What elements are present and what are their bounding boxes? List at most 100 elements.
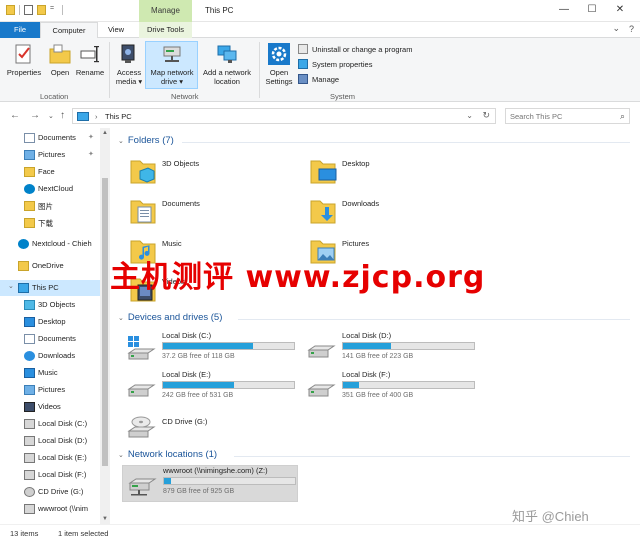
cd-drive-icon <box>24 487 35 497</box>
folder-name: Desktop <box>342 159 370 168</box>
expand-chevron-icon[interactable]: ⌄ <box>8 282 14 290</box>
uninstall-program-button[interactable]: Uninstall or change a program <box>298 43 412 55</box>
sidebar-item-music[interactable]: Music <box>0 365 100 381</box>
pin-icon[interactable]: ✦ <box>88 133 94 141</box>
settings-gear-icon <box>268 43 290 65</box>
open-settings-button[interactable]: Open Settings <box>262 42 296 86</box>
forward-arrow-icon[interactable]: → <box>30 110 40 121</box>
collapse-chevron-icon[interactable]: ⌄ <box>118 452 124 459</box>
sidebar-item-network-drive[interactable]: wwwroot (\\nim <box>0 501 100 517</box>
drive-cd-g[interactable]: CD Drive (G:) <box>126 410 302 446</box>
expand-ribbon-chevron-icon[interactable]: ⌄ <box>612 23 620 34</box>
manage-button[interactable]: Manage <box>298 73 339 85</box>
help-icon[interactable]: ? <box>629 24 634 34</box>
refresh-icon[interactable]: ↻ <box>482 110 490 121</box>
sidebar-item-cd-drive[interactable]: CD Drive (G:) <box>0 484 100 500</box>
folder-documents[interactable]: Documents <box>128 196 298 232</box>
maximize-button[interactable]: ☐ <box>584 3 600 17</box>
folder-desktop[interactable]: Desktop <box>308 156 478 192</box>
tab-computer[interactable]: Computer <box>40 22 98 39</box>
sidebar-item-disk-f[interactable]: Local Disk (F:) <box>0 467 100 483</box>
drive-usage-bar <box>162 342 295 350</box>
rename-icon <box>80 46 99 63</box>
sidebar-item-documents[interactable]: Documents <box>0 331 100 347</box>
sidebar-item-label: 图片 <box>38 202 53 211</box>
group-divider <box>259 42 260 98</box>
new-folder-quick-icon[interactable] <box>37 5 46 15</box>
drive-local-disk-e[interactable]: Local Disk (E:) 242 GB free of 531 GB <box>126 370 302 406</box>
access-media-button[interactable]: Access media ▾ <box>113 42 145 86</box>
minimize-button[interactable]: — <box>556 3 572 17</box>
access-media-icon <box>121 44 135 63</box>
properties-button[interactable]: Properties <box>4 42 44 77</box>
sidebar-item-documents-quick[interactable]: Documents ✦ <box>0 130 100 146</box>
scroll-down-icon[interactable]: ▼ <box>102 516 108 522</box>
drive-usage-bar <box>162 381 295 389</box>
documents-folder-icon <box>130 200 156 224</box>
ribbon-tabs: File Computer View Drive Tools ⌄ ? <box>0 22 640 39</box>
sidebar-item-downloads[interactable]: Downloads <box>0 348 100 364</box>
folder-name: Documents <box>162 199 200 208</box>
tab-drive-tools[interactable]: Drive Tools <box>139 22 192 38</box>
drive-name: Local Disk (C:) <box>162 331 212 340</box>
scrollbar-thumb[interactable] <box>102 178 108 466</box>
collapse-chevron-icon[interactable]: ⌄ <box>118 138 124 145</box>
customize-toolbar-chevron-icon[interactable]: = <box>50 5 58 15</box>
sidebar-item-pictures-cn[interactable]: 图片 <box>0 198 100 214</box>
add-network-location-button[interactable]: Add a network location <box>199 42 255 86</box>
network-drive-wwwroot[interactable]: wwwroot (\\nimingshe.com) (Z:) 879 GB fr… <box>122 465 298 502</box>
address-bar[interactable]: › This PC ⌄ ↻ <box>72 108 496 124</box>
tab-file[interactable]: File <box>0 22 40 38</box>
add-location-label-1: Add a network <box>203 68 251 77</box>
sidebar-item-nextcloud[interactable]: NextCloud <box>0 181 100 197</box>
drive-local-disk-f[interactable]: Local Disk (F:) 351 GB free of 400 GB <box>306 370 482 406</box>
3d-objects-folder-icon <box>130 160 156 184</box>
sidebar-item-nextcloud-chieh[interactable]: Nextcloud - Chieh <box>0 236 100 252</box>
drive-local-disk-c[interactable]: Local Disk (C:) 37.2 GB free of 118 GB <box>126 331 302 367</box>
sidebar-item-desktop[interactable]: Desktop <box>0 314 100 330</box>
toolbar-divider <box>62 5 63 15</box>
scroll-up-icon[interactable]: ▲ <box>102 130 108 136</box>
sidebar-item-disk-e[interactable]: Local Disk (E:) <box>0 450 100 466</box>
sidebar-item-disk-d[interactable]: Local Disk (D:) <box>0 433 100 449</box>
folders-section-header[interactable]: ⌄ Folders (7) <box>118 135 174 146</box>
address-dropdown-chevron-icon[interactable]: ⌄ <box>466 111 473 120</box>
sidebar-item-videos[interactable]: Videos <box>0 399 100 415</box>
tab-view[interactable]: View <box>98 22 134 38</box>
close-button[interactable]: ✕ <box>612 3 628 17</box>
folder-downloads[interactable]: Downloads <box>308 196 478 232</box>
sidebar-item-face[interactable]: Face <box>0 164 100 180</box>
documents-icon <box>24 133 35 143</box>
sidebar-item-this-pc[interactable]: ⌄ This PC <box>0 280 100 296</box>
folder-name: Pictures <box>342 239 370 248</box>
open-button[interactable]: Open <box>46 42 74 77</box>
back-arrow-icon[interactable]: ← <box>10 110 20 121</box>
drive-local-disk-d[interactable]: Local Disk (D:) 141 GB free of 223 GB <box>306 331 482 367</box>
navigation-bar: ← → ⌄ ↑ › This PC ⌄ ↻ ⌕ <box>0 103 640 128</box>
up-arrow-icon[interactable]: ↑ <box>60 110 65 121</box>
sidebar-item-3d-objects[interactable]: 3D Objects <box>0 297 100 313</box>
rename-button[interactable]: Rename <box>75 42 105 77</box>
sidebar-item-pictures-quick[interactable]: Pictures ✦ <box>0 147 100 163</box>
pin-icon[interactable]: ✦ <box>88 150 94 158</box>
sidebar-item-label: Local Disk (C:) <box>38 419 88 428</box>
sidebar-item-disk-c[interactable]: Local Disk (C:) <box>0 416 100 432</box>
network-drive-icon <box>128 478 157 496</box>
sidebar-item-pictures[interactable]: Pictures <box>0 382 100 398</box>
manage-computer-icon <box>298 74 308 84</box>
search-box[interactable]: ⌕ <box>505 108 630 124</box>
properties-quick-icon[interactable] <box>24 5 33 15</box>
breadcrumb-chevron-icon[interactable]: › <box>95 112 98 121</box>
sidebar-item-onedrive[interactable]: OneDrive <box>0 258 100 274</box>
folder-3d-objects[interactable]: 3D Objects <box>128 156 298 192</box>
network-section-header[interactable]: ⌄ Network locations (1) <box>118 449 217 460</box>
sidebar-scrollbar[interactable]: ▲ ▼ <box>100 128 110 524</box>
collapse-chevron-icon[interactable]: ⌄ <box>118 315 124 322</box>
manage-label: Manage <box>312 74 340 84</box>
sidebar-item-downloads-cn[interactable]: 下载 <box>0 215 100 231</box>
search-input[interactable] <box>510 111 610 122</box>
recent-locations-chevron-icon[interactable]: ⌄ <box>48 112 54 120</box>
devices-section-header[interactable]: ⌄ Devices and drives (5) <box>118 312 222 323</box>
system-properties-button[interactable]: System properties <box>298 58 372 70</box>
map-network-drive-button[interactable]: Map network drive ▾ <box>146 42 198 86</box>
